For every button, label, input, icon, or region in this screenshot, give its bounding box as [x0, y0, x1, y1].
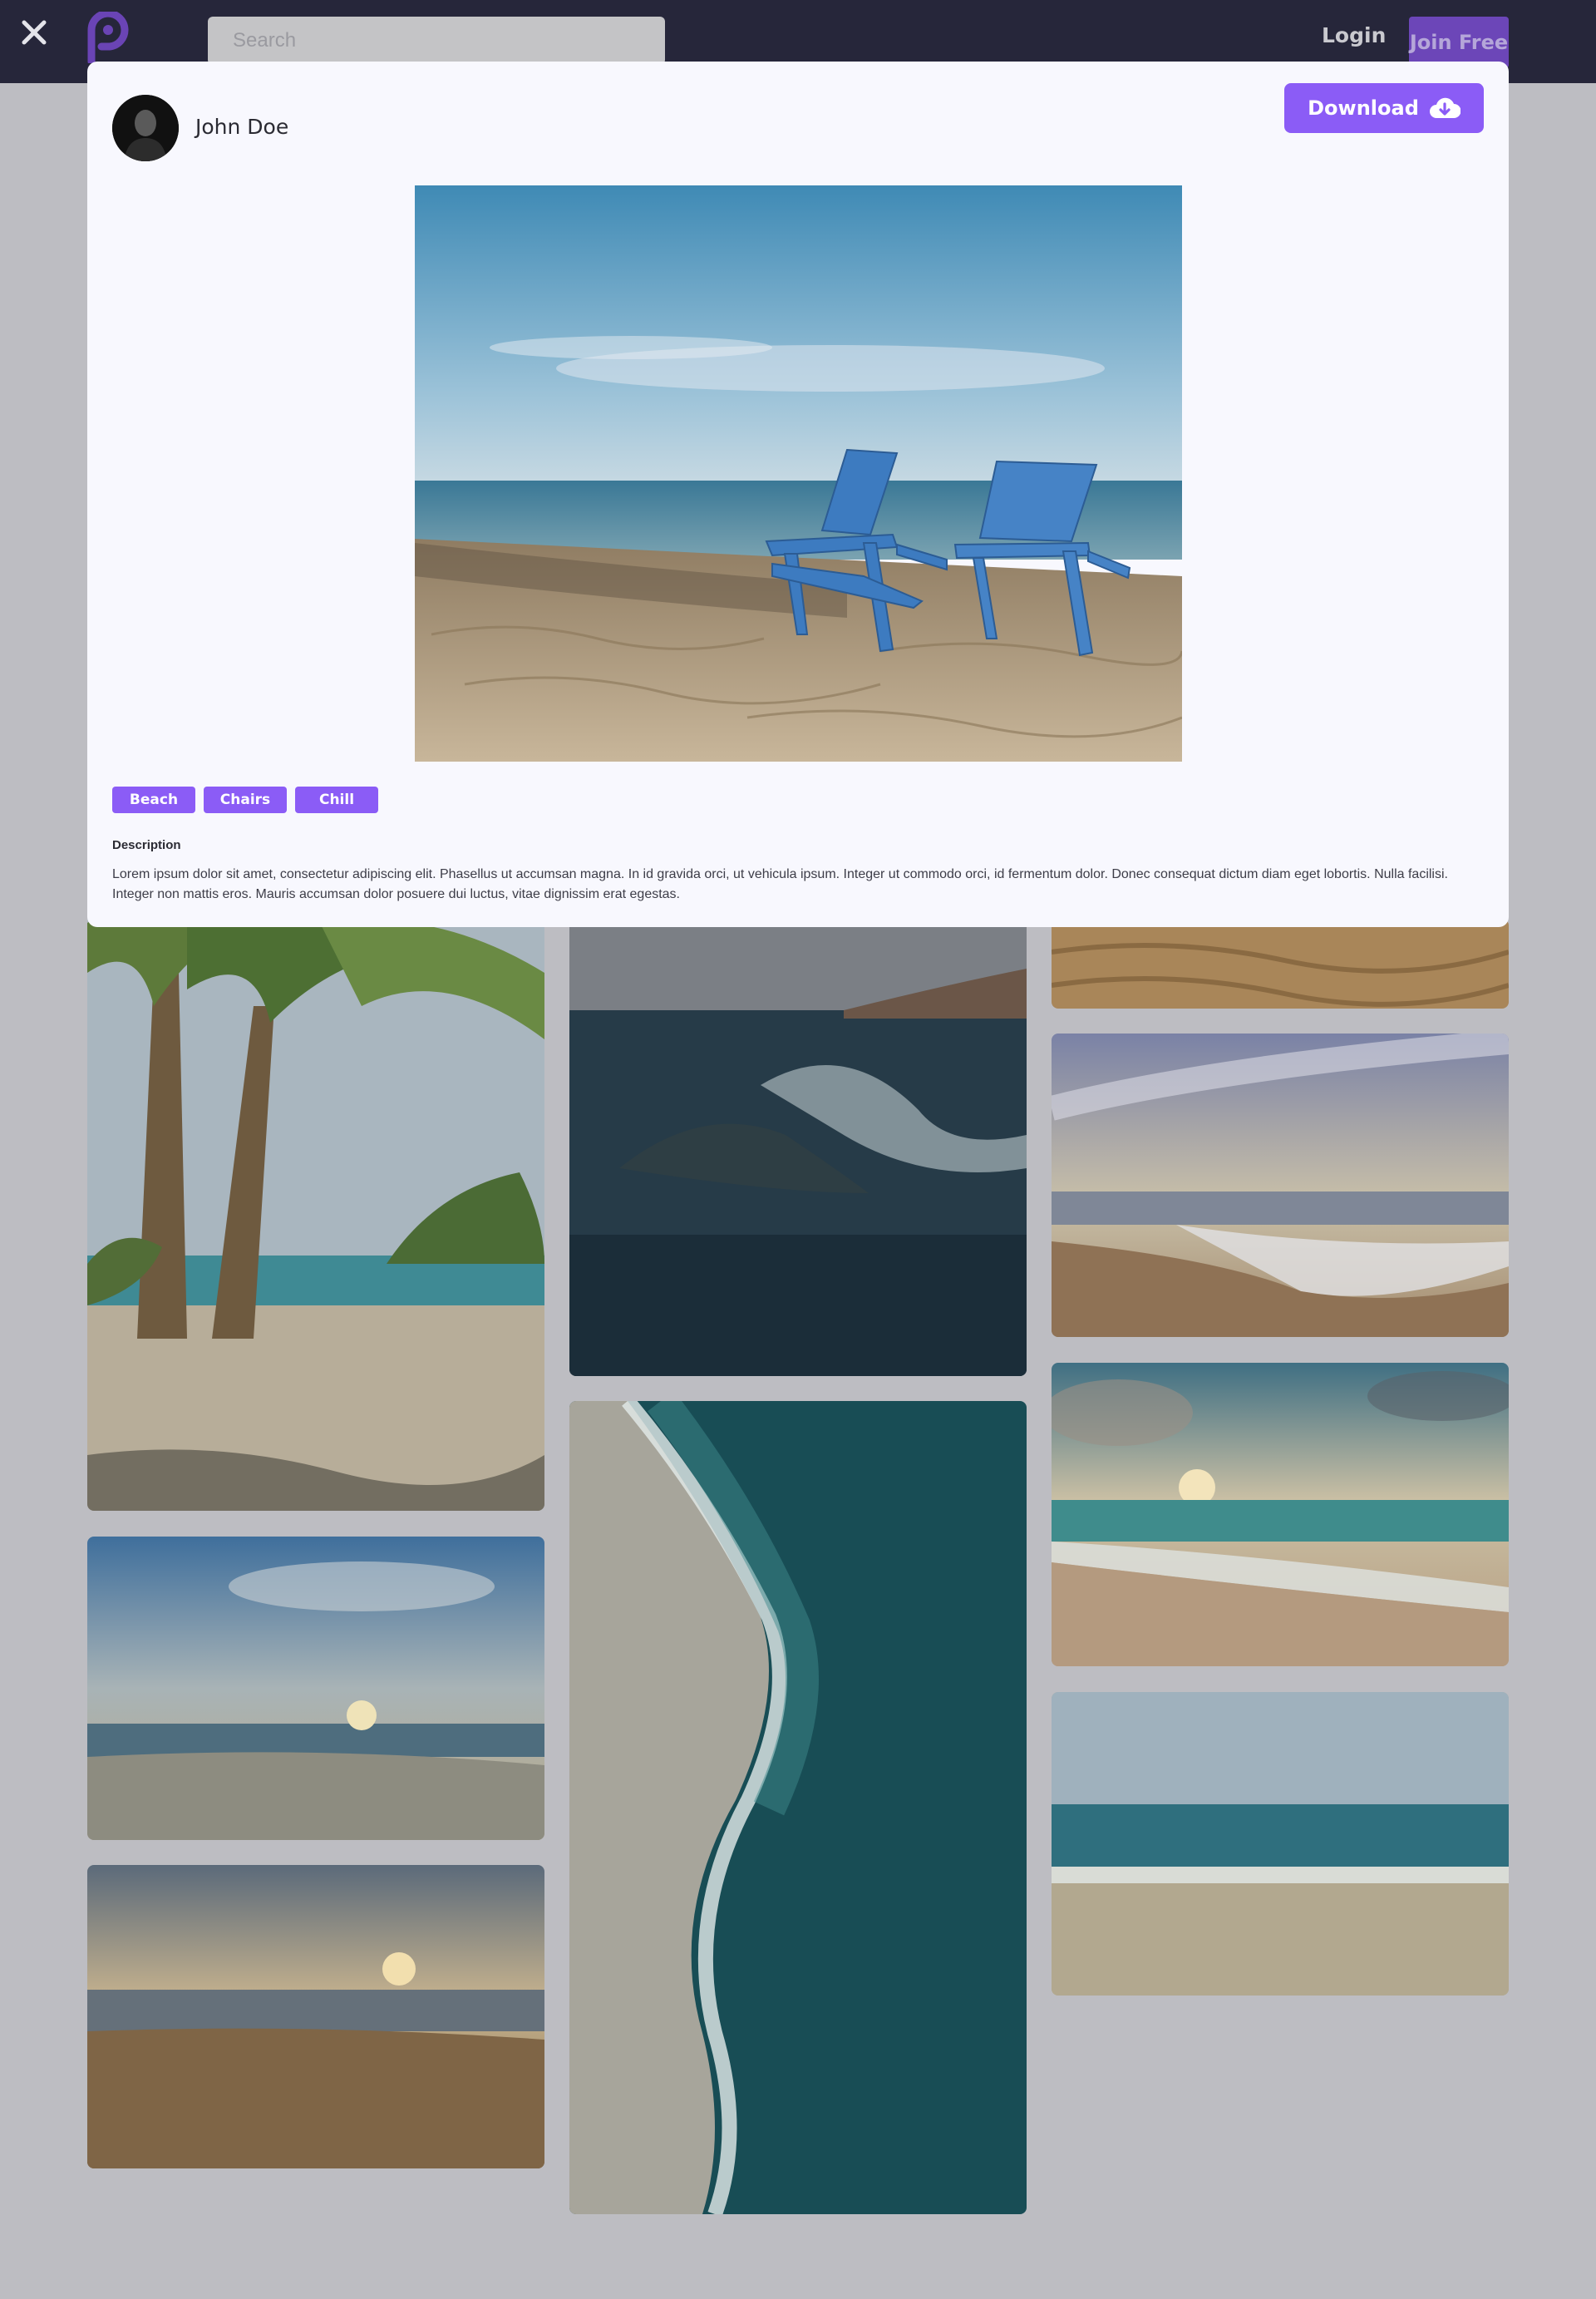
join-free-button[interactable]: Join Free [1409, 17, 1509, 68]
gallery-image-palm-beach[interactable] [87, 873, 544, 1511]
download-label: Download [1308, 96, 1419, 120]
gallery-image-wave-closeup[interactable] [569, 919, 1027, 1376]
gallery-image-sun-waves[interactable] [1052, 1034, 1509, 1337]
search-input[interactable] [208, 17, 665, 65]
gallery-image-sunset-shore[interactable] [87, 1865, 544, 2168]
gallery-image-aerial-coast[interactable] [569, 1401, 1027, 2214]
image-detail-modal: John Doe Download Beach Chairs Chill Des… [87, 62, 1509, 927]
tag-beach[interactable]: Beach [112, 787, 195, 813]
login-link[interactable]: Login [1322, 23, 1386, 47]
author-name[interactable]: John Doe [195, 115, 288, 139]
gallery-image-tropical-sunset[interactable] [1052, 1363, 1509, 1666]
tag-chill[interactable]: Chill [295, 787, 378, 813]
featured-image [415, 185, 1182, 762]
description-text: Lorem ipsum dolor sit amet, consectetur … [112, 867, 1448, 901]
download-button[interactable]: Download [1284, 83, 1484, 133]
author-avatar[interactable] [112, 95, 179, 161]
description-label: Description [112, 838, 181, 852]
tag-chairs[interactable]: Chairs [204, 787, 287, 813]
cloud-download-icon [1429, 97, 1461, 118]
gallery-image-sand-dune[interactable] [1052, 919, 1509, 1009]
tag-list: Beach Chairs Chill [112, 787, 378, 813]
gallery-image-birds-sunset[interactable] [87, 1537, 544, 1840]
close-icon[interactable] [20, 18, 48, 47]
gallery-image-calm-beach[interactable] [1052, 1692, 1509, 1996]
logo-icon[interactable] [85, 12, 130, 63]
